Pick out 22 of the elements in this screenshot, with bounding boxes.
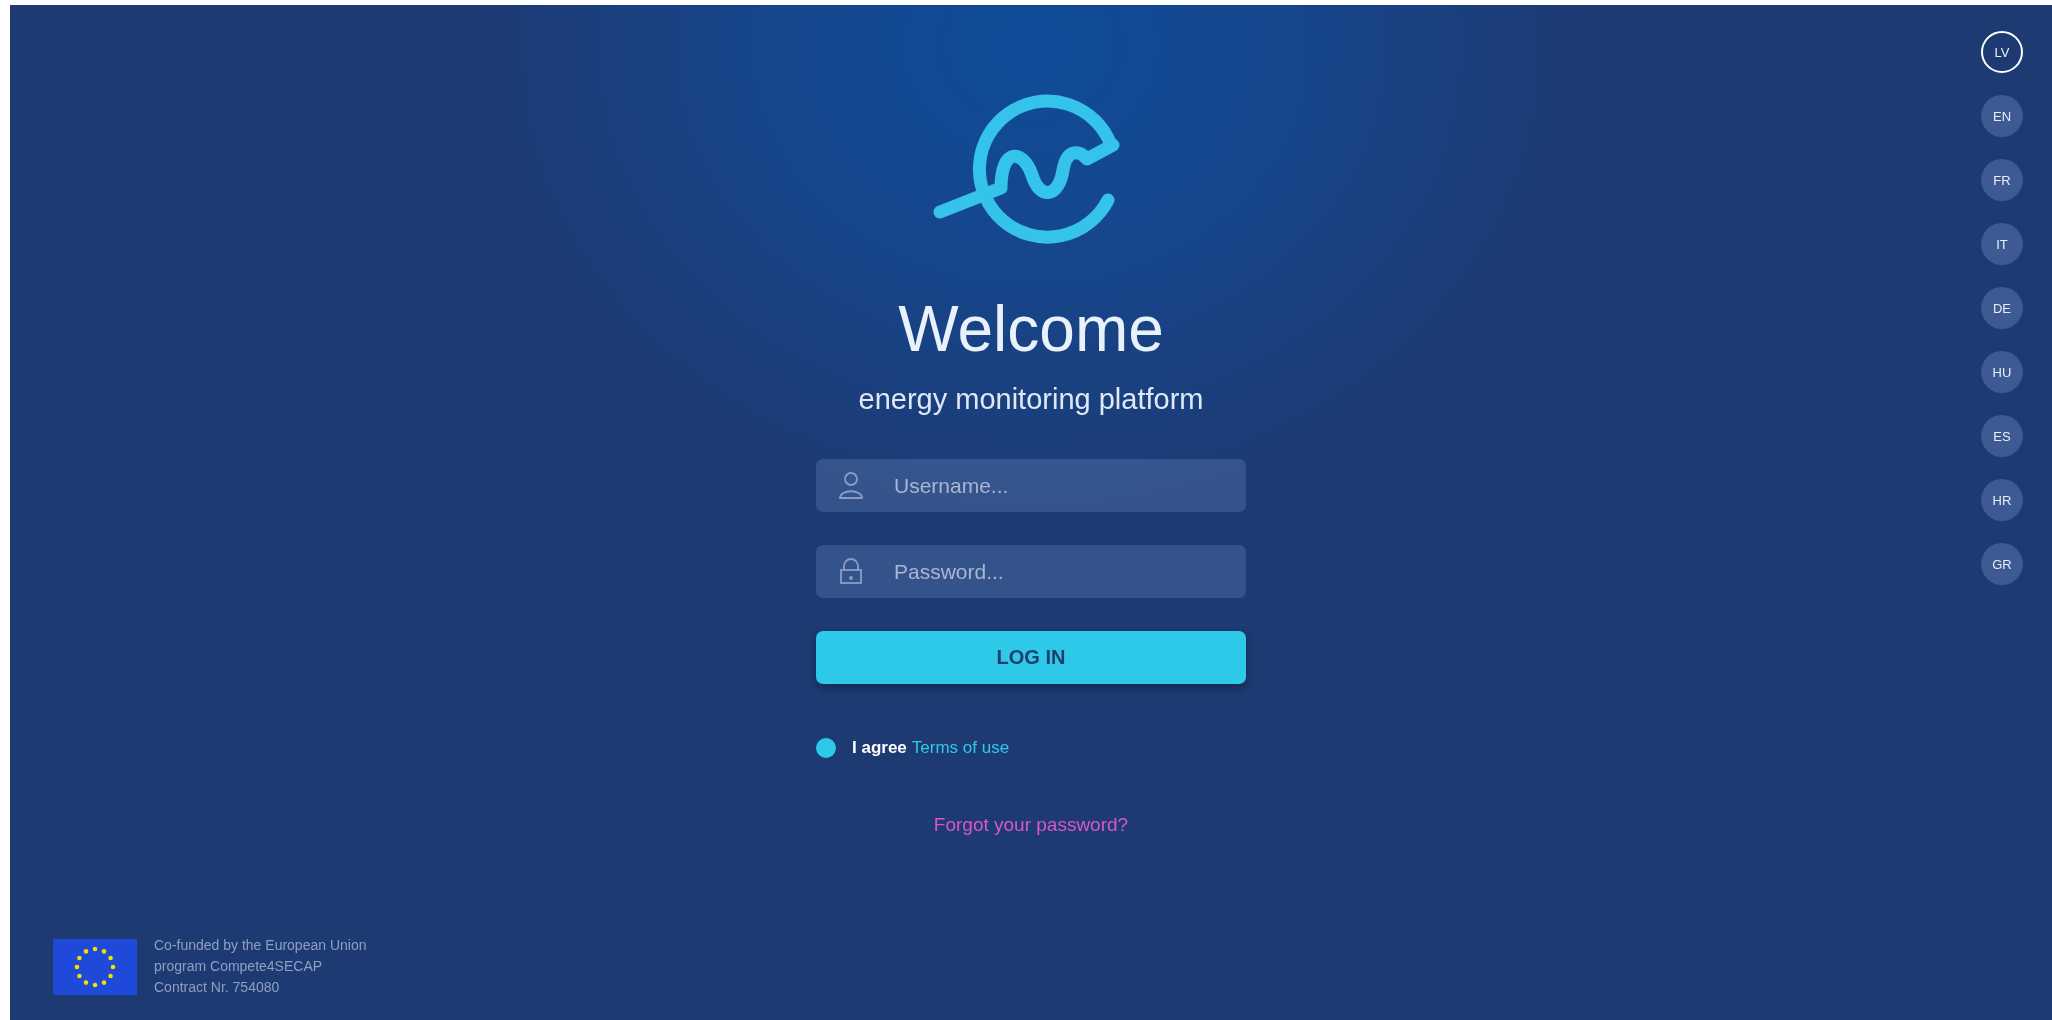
- language-button[interactable]: EN: [1981, 95, 2023, 137]
- language-button[interactable]: FR: [1981, 159, 2023, 201]
- forgot-password-link[interactable]: Forgot your password?: [933, 814, 1129, 836]
- platform-subtitle: energy monitoring platform: [858, 382, 1204, 417]
- funding-text: Contract Nr. 754080: [154, 979, 281, 996]
- agree-checkbox[interactable]: [816, 738, 836, 758]
- eu-flag-icon: [53, 938, 137, 995]
- lock-icon: [838, 557, 864, 585]
- language-button[interactable]: GR: [1981, 543, 2023, 585]
- language-button[interactable]: HR: [1981, 479, 2023, 521]
- language-button[interactable]: DE: [1981, 287, 2023, 329]
- login-button[interactable]: LOG IN: [816, 631, 1246, 684]
- language-button[interactable]: HU: [1981, 351, 2023, 393]
- language-button[interactable]: IT: [1981, 223, 2023, 265]
- agree-label: I agree: [852, 738, 907, 758]
- funding-text: program Compete4SECAP: [154, 958, 324, 975]
- user-icon: [838, 471, 864, 499]
- terms-of-use-link[interactable]: Terms of use: [911, 738, 1010, 758]
- language-button[interactable]: LV: [1981, 31, 2023, 73]
- welcome-heading: Welcome: [898, 293, 1164, 365]
- language-button[interactable]: ES: [1981, 415, 2023, 457]
- funding-text: Co-funded by the European Union: [154, 937, 367, 954]
